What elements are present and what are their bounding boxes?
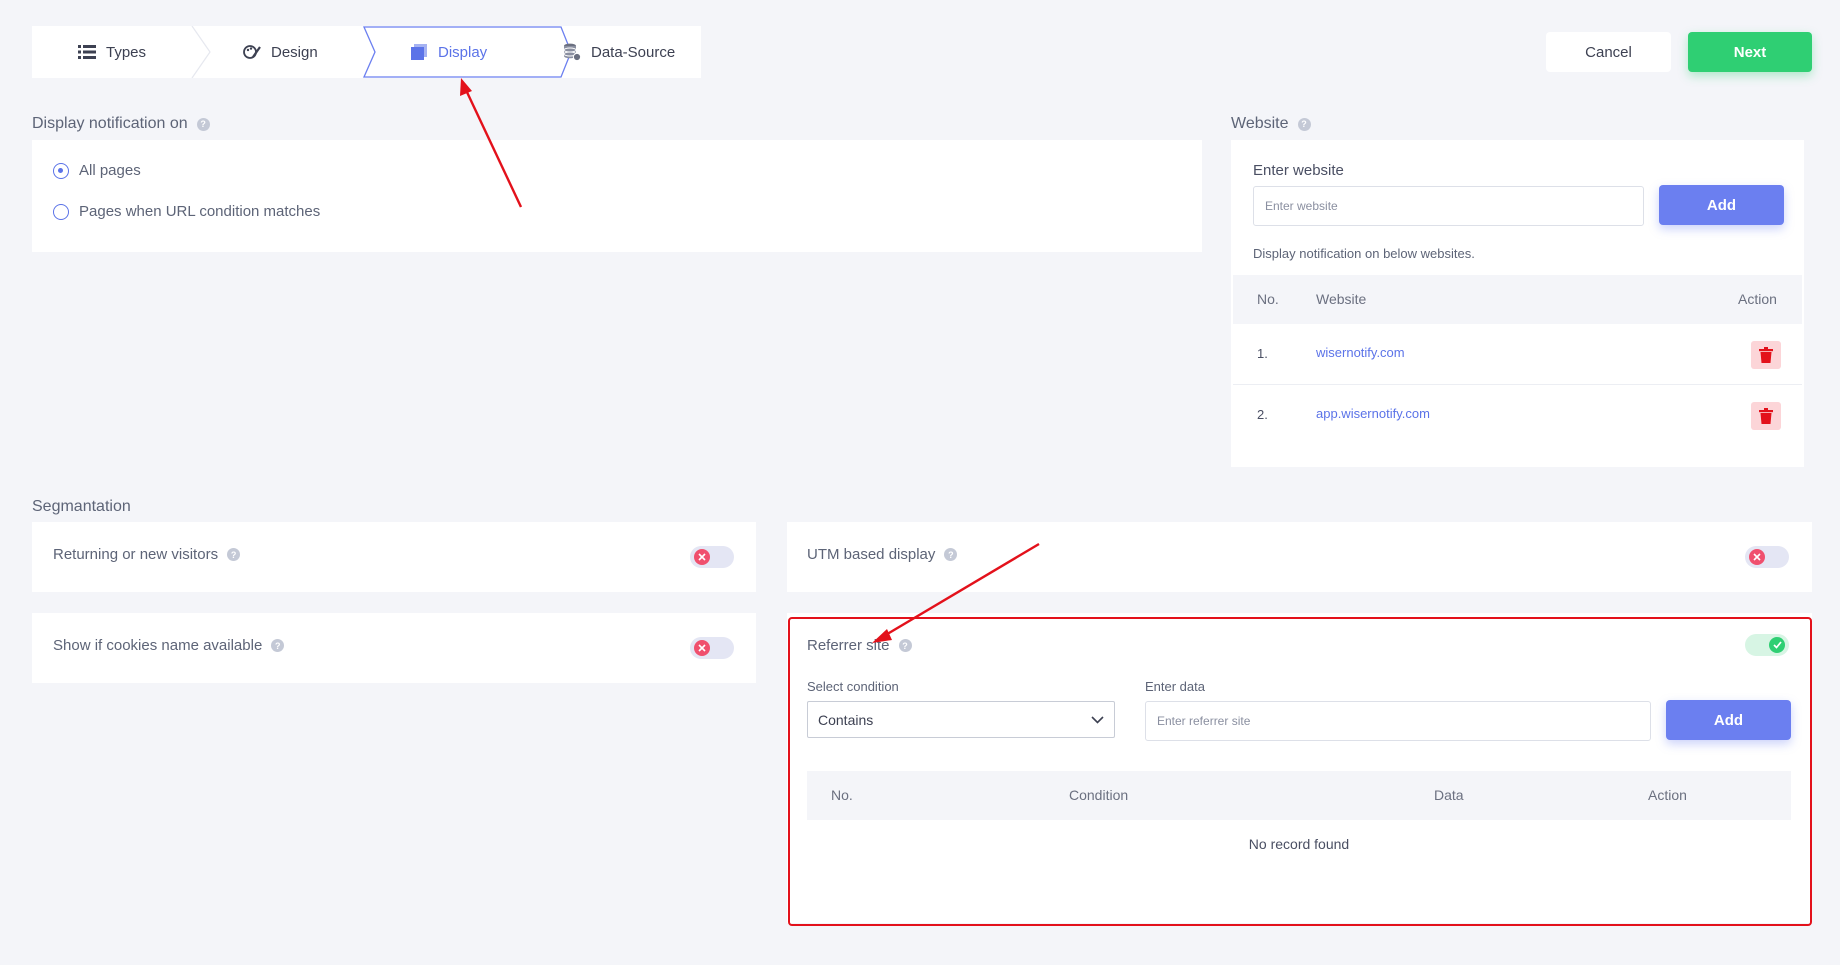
annotation-arrows bbox=[460, 78, 1040, 643]
